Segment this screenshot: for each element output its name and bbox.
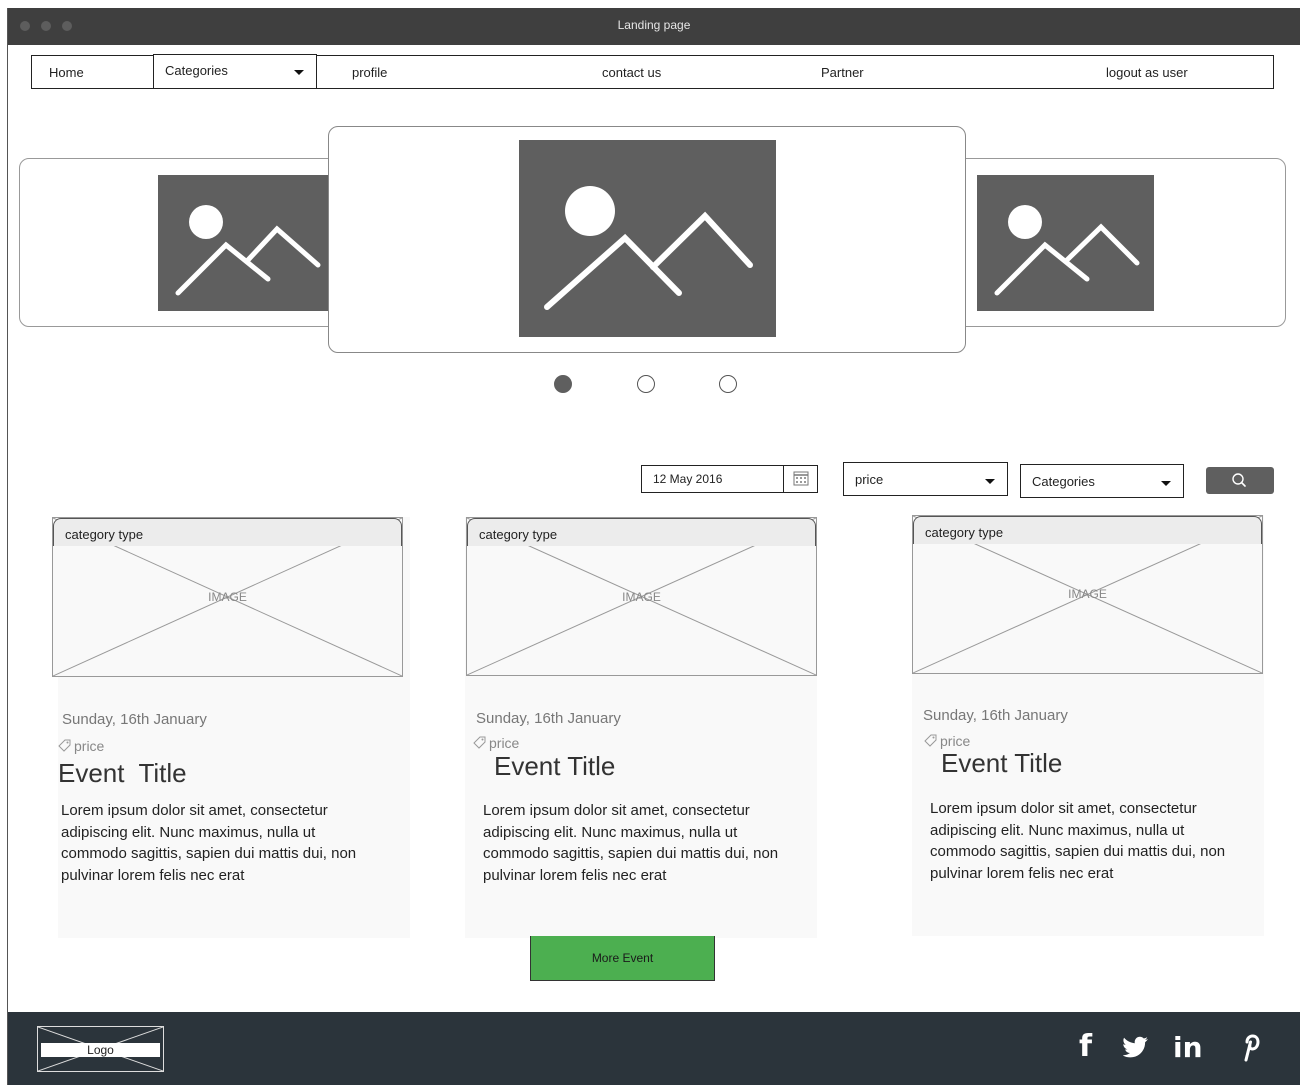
price-tag-icon — [473, 736, 486, 749]
event-price-label: price — [74, 738, 105, 754]
price-filter-value: price — [855, 472, 884, 487]
card-image: category type IMAGE — [466, 517, 817, 676]
carousel-dot-3[interactable] — [719, 375, 737, 393]
browser-window: Landing page Home Categories profile con… — [7, 8, 1300, 1085]
event-price-label: price — [489, 735, 520, 751]
category-type-label: category type — [479, 527, 558, 542]
title-bar: Landing page — [8, 8, 1300, 45]
nav-categories-dropdown[interactable]: Categories — [153, 54, 317, 89]
search-button[interactable] — [1206, 467, 1274, 494]
pinterest-icon[interactable] — [1239, 1032, 1261, 1067]
event-date: Sunday, 16th January — [476, 710, 621, 727]
image-label: IMAGE — [1068, 587, 1107, 601]
image-label: IMAGE — [208, 590, 247, 604]
categories-filter-select[interactable]: Categories — [1020, 464, 1184, 498]
event-date: Sunday, 16th January — [923, 707, 1068, 724]
carousel-slide-right[interactable] — [914, 158, 1286, 327]
nav-profile[interactable]: profile — [352, 65, 387, 80]
footer: Logo f in — [8, 1012, 1300, 1085]
chevron-down-icon — [985, 479, 995, 484]
event-title: Event Title — [941, 748, 1063, 778]
carousel-slide-active[interactable] — [328, 126, 966, 353]
linkedin-icon[interactable]: in — [1173, 1031, 1203, 1064]
logo[interactable]: Logo — [37, 1026, 164, 1072]
event-price-label: price — [940, 733, 971, 749]
image-label: IMAGE — [622, 590, 661, 604]
calendar-icon[interactable] — [783, 466, 817, 492]
event-price: price — [924, 733, 970, 749]
image-placeholder-icon — [977, 175, 1154, 311]
event-description: Lorem ipsum dolor sit amet, consectetur … — [61, 802, 357, 884]
event-price: price — [58, 738, 104, 754]
event-price: price — [473, 735, 519, 751]
chevron-down-icon — [294, 70, 304, 75]
carousel-dot-2[interactable] — [637, 375, 655, 393]
nav-categories-label: Categories — [165, 63, 228, 78]
event-card-2[interactable]: category type IMAGE Sunday, 16th January… — [465, 517, 817, 938]
event-card-1[interactable]: category type IMAGE Sunday, 16th January… — [52, 517, 410, 938]
carousel-dot-1[interactable] — [554, 375, 572, 393]
event-title: Event Title — [494, 751, 616, 781]
nav-logout[interactable]: logout as user — [1106, 65, 1188, 80]
date-filter-value: 12 May 2016 — [653, 472, 723, 486]
event-card-3[interactable]: category type IMAGE Sunday, 16th January… — [912, 515, 1264, 936]
category-badge: category type — [913, 516, 1262, 544]
event-description: Lorem ipsum dolor sit amet, consectetur … — [930, 800, 1226, 882]
categories-filter-value: Categories — [1032, 474, 1095, 489]
price-filter-select[interactable]: price — [843, 462, 1008, 496]
category-badge: category type — [53, 518, 402, 546]
price-tag-icon — [58, 739, 71, 752]
event-date: Sunday, 16th January — [62, 711, 207, 728]
nav-contact-us[interactable]: contact us — [602, 65, 661, 80]
category-badge: category type — [467, 518, 816, 546]
main-nav: Home Categories profile contact us Partn… — [31, 54, 1274, 89]
date-filter[interactable]: 12 May 2016 — [641, 465, 818, 493]
image-placeholder-icon — [519, 140, 776, 337]
logo-label: Logo — [87, 1043, 114, 1057]
window-title: Landing page — [617, 18, 691, 32]
category-type-label: category type — [925, 525, 1004, 540]
chevron-down-icon — [1161, 481, 1171, 486]
price-tag-icon — [924, 734, 937, 747]
facebook-icon[interactable]: f — [1079, 1029, 1092, 1064]
search-icon — [1232, 473, 1246, 487]
twitter-icon[interactable] — [1122, 1036, 1149, 1063]
nav-partner[interactable]: Partner — [821, 65, 864, 80]
more-events-button[interactable]: More Event — [530, 936, 715, 981]
event-title: Event Title — [58, 758, 187, 788]
card-image: category type IMAGE — [52, 517, 403, 677]
card-image: category type IMAGE — [912, 515, 1263, 674]
nav-home[interactable]: Home — [49, 65, 84, 80]
category-type-label: category type — [65, 527, 144, 542]
event-description: Lorem ipsum dolor sit amet, consectetur … — [483, 802, 779, 884]
